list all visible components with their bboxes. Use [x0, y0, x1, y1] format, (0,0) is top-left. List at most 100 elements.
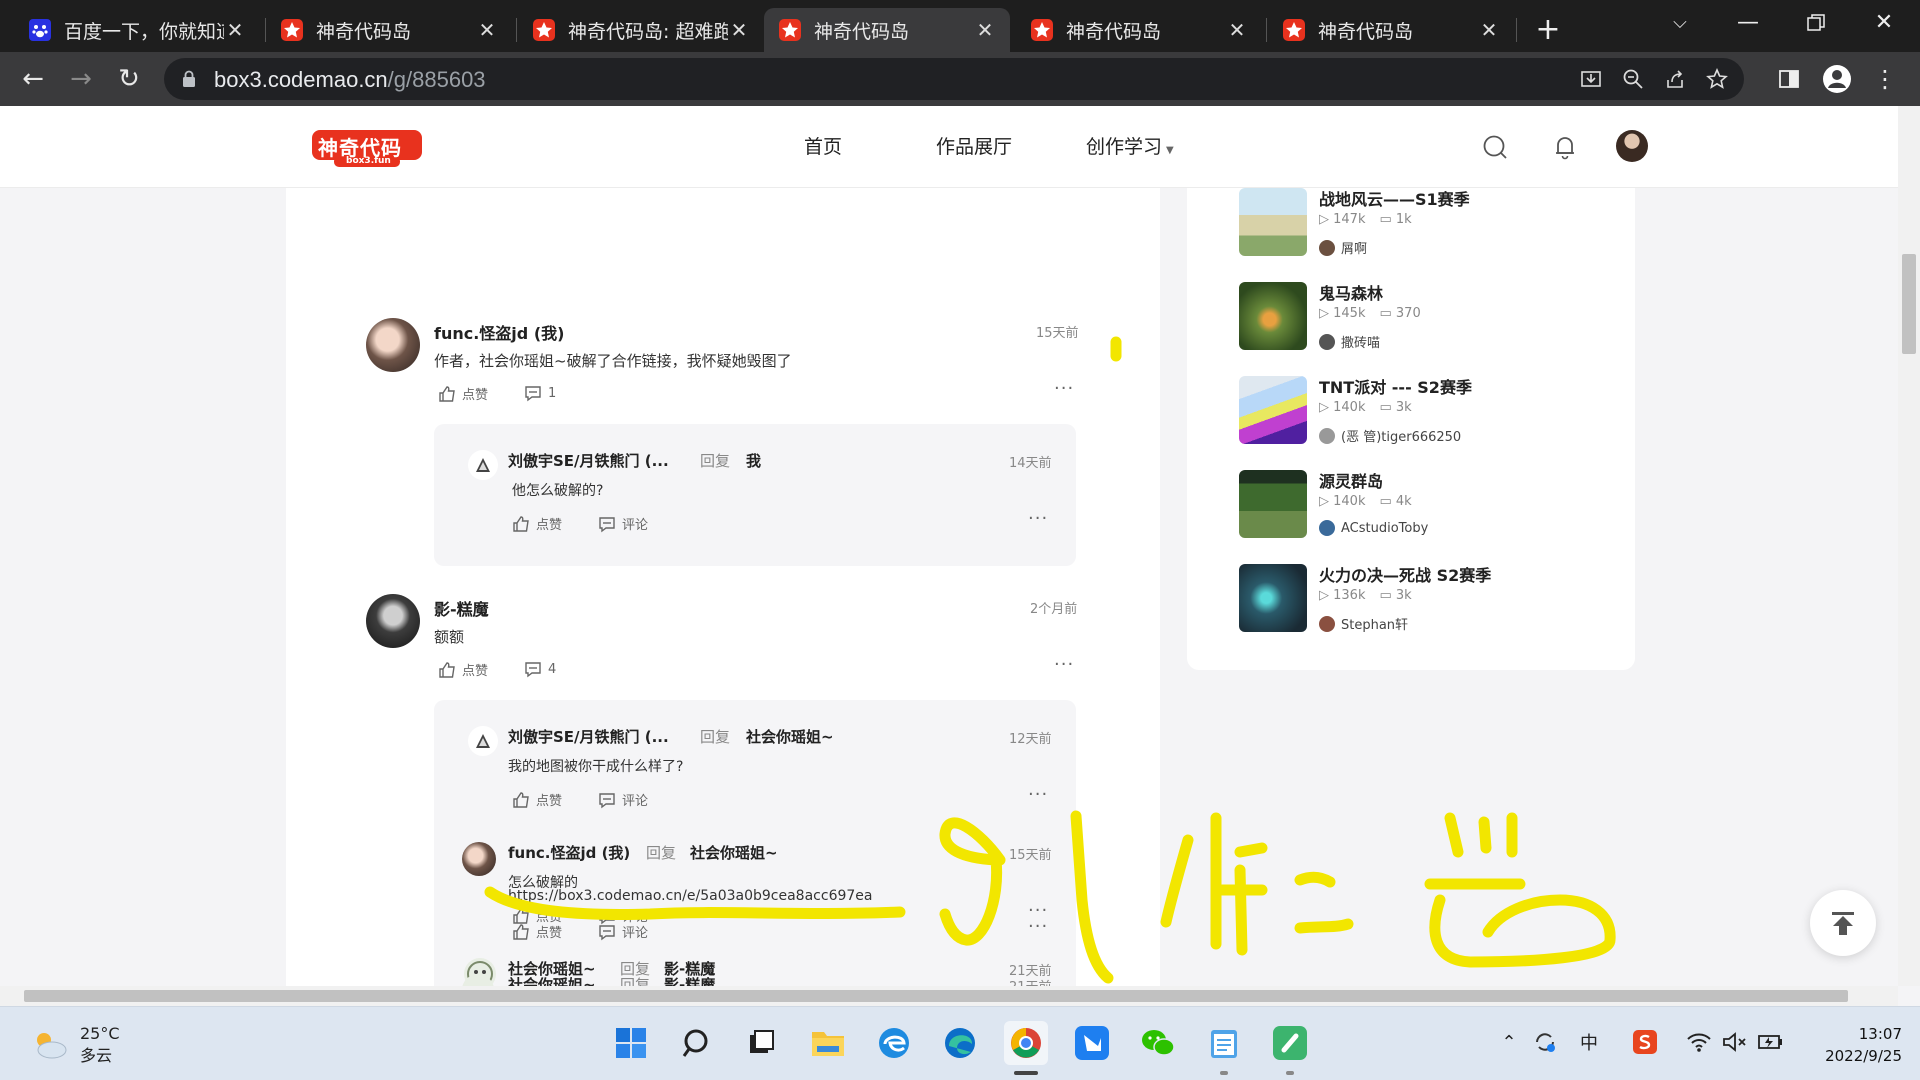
comment-button[interactable]: 评论 [598, 922, 648, 941]
reply-target[interactable]: 我 [746, 450, 761, 471]
reload-icon[interactable]: ↻ [112, 62, 146, 96]
chrome-icon[interactable] [1004, 1021, 1048, 1065]
more-icon[interactable]: ··· [1054, 378, 1074, 399]
edge-legacy-icon[interactable] [872, 1021, 916, 1065]
feishu-icon[interactable] [1070, 1021, 1114, 1065]
work-card[interactable]: 源灵群岛 ▷ 140k ▭ 4k ACstudioToby [1239, 470, 1619, 540]
comment-button[interactable]: 评论 [598, 514, 648, 533]
search-icon[interactable] [675, 1021, 719, 1065]
wechat-icon[interactable] [1136, 1021, 1180, 1065]
nav-home[interactable]: 首页 [804, 132, 842, 159]
zoom-icon[interactable] [1616, 62, 1650, 96]
avatar[interactable] [462, 842, 496, 876]
back-to-top-button[interactable] [1810, 890, 1876, 956]
reply-target[interactable]: 社会你瑶姐~ [746, 726, 834, 747]
start-windows-icon[interactable] [609, 1021, 653, 1065]
install-icon[interactable] [1574, 62, 1608, 96]
like-button[interactable]: 点赞 [512, 514, 562, 533]
like-button[interactable]: 点赞 [438, 660, 488, 679]
work-author[interactable]: 撒砖喵 [1319, 332, 1380, 351]
close-icon[interactable]: ✕ [1226, 18, 1248, 42]
like-button[interactable]: 点赞 [512, 922, 562, 941]
reply-target[interactable]: 影-糕魔 [664, 974, 715, 986]
reply-count-button[interactable]: 4 [524, 660, 556, 678]
bookmark-star-icon[interactable] [1700, 62, 1734, 96]
ime-indicator[interactable]: 中 [1574, 1027, 1604, 1057]
close-icon[interactable]: ✕ [224, 18, 246, 42]
reply-count-button[interactable]: 1 [524, 384, 556, 402]
minimize-icon[interactable]: — [1718, 6, 1778, 40]
tab-codemao-4[interactable]: 神奇代码岛 ✕ [1016, 8, 1262, 52]
tab-baidu[interactable]: 百度一下，你就知道 ✕ [14, 8, 260, 52]
comment-author[interactable]: 影-糕魔 [434, 596, 489, 620]
speaker-muted-icon[interactable] [1720, 1027, 1750, 1057]
avatar[interactable] [468, 726, 498, 756]
reply-author[interactable]: 刘傲宇SE/月铁熊门 (... [508, 726, 669, 747]
like-button[interactable]: 点赞 [512, 790, 562, 809]
close-icon[interactable]: ✕ [728, 18, 750, 42]
work-card[interactable]: 战地风云——S1赛季 ▷ 147k ▭ 1k 屑啊 [1239, 188, 1619, 258]
reply-link[interactable]: https://box3.codemao.cn/e/5a03a0b9cea8ac… [508, 888, 872, 904]
more-icon[interactable]: ··· [1054, 654, 1074, 675]
close-icon[interactable]: ✕ [476, 18, 498, 42]
menu-kebab-icon[interactable]: ⋮ [1868, 62, 1902, 96]
more-icon[interactable]: ··· [1028, 916, 1048, 937]
horizontal-scrollbar[interactable] [0, 986, 1898, 1006]
notepad-icon[interactable] [1202, 1021, 1246, 1065]
task-view-icon[interactable] [740, 1021, 784, 1065]
work-author[interactable]: ACstudioToby [1319, 520, 1428, 536]
more-icon[interactable]: ··· [1028, 508, 1048, 529]
tab-search-chevron-icon[interactable]: ⌵ [1650, 6, 1710, 40]
search-icon[interactable] [1478, 130, 1512, 164]
scroll-thumb[interactable] [24, 990, 1848, 1002]
site-logo[interactable]: 神奇代码岛 box3.fun [312, 128, 422, 189]
tab-codemao-2[interactable]: 神奇代码岛: 超难跑酷 ✕ [518, 8, 764, 52]
reply-author[interactable]: 社会你瑶姐~ [508, 974, 596, 986]
avatar[interactable] [366, 594, 420, 648]
side-panel-icon[interactable] [1772, 62, 1806, 96]
restore-icon[interactable] [1786, 6, 1846, 40]
reply-author[interactable]: 刘傲宇SE/月铁熊门 (... [508, 450, 669, 471]
edge-icon[interactable] [938, 1021, 982, 1065]
window-close-icon[interactable]: ✕ [1854, 6, 1914, 40]
sogou-icon[interactable] [1630, 1027, 1660, 1057]
address-bar[interactable]: box3.codemao.cn/g/885603 [164, 58, 1744, 100]
comment-author[interactable]: func.怪盗jd (我) [434, 320, 564, 344]
close-icon[interactable]: ✕ [974, 18, 996, 42]
reply-author[interactable]: func.怪盗jd (我) [508, 842, 630, 863]
system-clock[interactable]: 13:07 2022/9/25 [1806, 1023, 1902, 1067]
file-explorer-icon[interactable] [806, 1021, 850, 1065]
reply-target[interactable]: 社会你瑶姐~ [690, 842, 778, 863]
work-author[interactable]: 屑啊 [1319, 238, 1367, 257]
forward-icon[interactable]: → [64, 62, 98, 96]
like-button[interactable]: 点赞 [438, 384, 488, 403]
work-author[interactable]: (恶 管)tiger666250 [1319, 426, 1461, 445]
weather-widget[interactable]: 25°C 多云 [30, 1023, 120, 1067]
work-card[interactable]: TNT派对 --- S2赛季 ▷ 140k ▭ 3k (恶 管)tiger666… [1239, 376, 1619, 446]
avatar[interactable] [366, 318, 420, 372]
work-author[interactable]: Stephan轩 [1319, 614, 1408, 633]
share-icon[interactable] [1658, 62, 1692, 96]
comment-button[interactable]: 评论 [598, 790, 648, 809]
new-tab-button[interactable]: + [1530, 12, 1566, 47]
close-icon[interactable]: ✕ [1478, 18, 1500, 42]
vertical-scrollbar[interactable] [1898, 106, 1920, 986]
work-card[interactable]: 火力の决—死战 S2赛季 ▷ 136k ▭ 3k Stephan轩 [1239, 564, 1619, 634]
more-icon[interactable]: ··· [1028, 784, 1048, 805]
avatar[interactable] [1616, 130, 1648, 162]
battery-charging-icon[interactable] [1756, 1027, 1786, 1057]
bell-icon[interactable] [1548, 130, 1582, 164]
tab-codemao-active[interactable]: 神奇代码岛 ✕ [764, 8, 1010, 52]
sync-icon[interactable] [1530, 1027, 1560, 1057]
avatar[interactable] [468, 450, 498, 480]
tab-codemao-5[interactable]: 神奇代码岛 ✕ [1268, 8, 1514, 52]
nav-learn[interactable]: 创作学习 ▼ [1086, 132, 1174, 159]
scroll-thumb[interactable] [1902, 254, 1916, 354]
wifi-icon[interactable] [1684, 1027, 1714, 1057]
nav-gallery[interactable]: 作品展厅 [936, 132, 1012, 159]
back-icon[interactable]: ← [16, 62, 50, 96]
tab-codemao-1[interactable]: 神奇代码岛 ✕ [266, 8, 512, 52]
green-app-icon[interactable] [1268, 1021, 1312, 1065]
work-card[interactable]: 鬼马森林 ▷ 145k ▭ 370 撒砖喵 [1239, 282, 1619, 352]
profile-icon[interactable] [1820, 62, 1854, 96]
